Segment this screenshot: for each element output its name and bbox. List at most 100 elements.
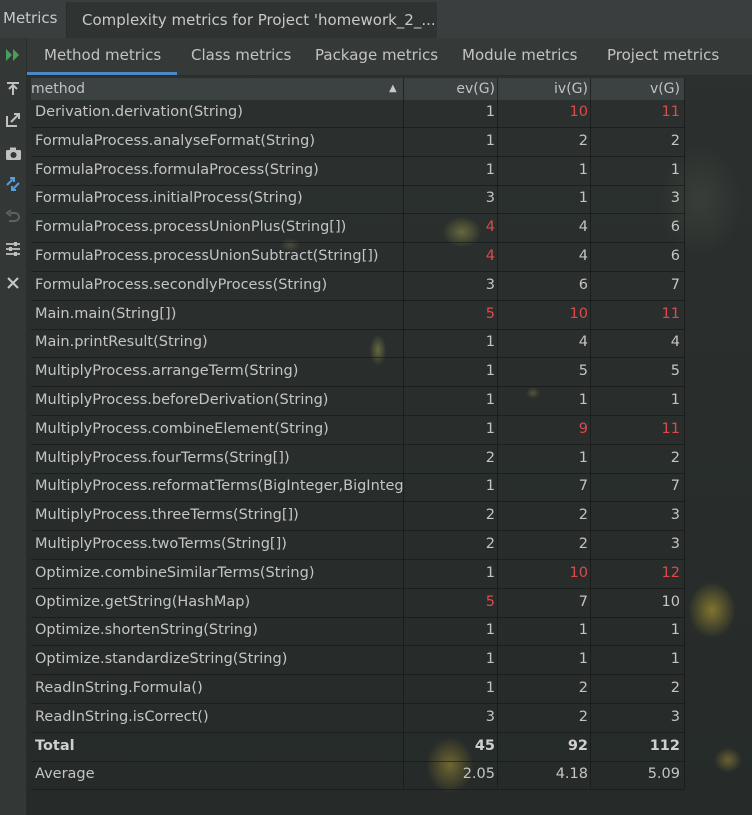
v-cell: 5 — [670, 363, 680, 380]
table-row[interactable]: ReadInString.Formula() 1 2 2 — [31, 674, 685, 704]
table-row[interactable]: Optimize.combineSimilarTerms(String) 1 10 1… — [31, 559, 685, 589]
iv-cell: 1 — [578, 392, 588, 408]
column-header-method-label: method — [31, 81, 86, 97]
iv-cell: 7 — [578, 478, 588, 495]
table-row[interactable]: ReadInString.isCorrect() 3 2 3 — [31, 703, 685, 733]
iv-cell: 4 — [578, 334, 588, 351]
metrics-result-tab-label: Complexity metrics for Project 'homework… — [82, 11, 436, 29]
table-row[interactable]: FormulaProcess.formulaProcess(String) 1 1 1 — [31, 156, 685, 186]
v-cell: 12 — [661, 564, 680, 581]
method-cell: FormulaProcess.formulaProcess(String) — [35, 161, 319, 178]
table-row[interactable]: MultiplyProcess.threeTerms(String[]) 2 2 3 — [31, 501, 685, 532]
ev-cell: 4 — [485, 219, 495, 236]
column-header-iv[interactable]: iv(G) — [498, 78, 588, 100]
v-cell: 7 — [670, 478, 680, 495]
iv-cell: 6 — [578, 276, 588, 293]
tab-package-metrics[interactable]: Package metrics — [315, 38, 438, 75]
tab-project-metrics[interactable]: Project metrics — [607, 38, 719, 75]
v-cell: 7 — [670, 276, 680, 293]
ev-cell: 1 — [485, 564, 495, 581]
iv-cell: 2 — [578, 132, 588, 149]
method-cell: FormulaProcess.secondlyProcess(String) — [35, 276, 328, 293]
v-cell: 11 — [661, 305, 680, 322]
tab-class-metrics[interactable]: Class metrics — [191, 38, 291, 75]
diff-icon[interactable] — [2, 173, 24, 195]
v-cell: 1 — [670, 161, 680, 178]
v-cell: 1 — [670, 392, 680, 408]
v-cell: 6 — [670, 248, 680, 264]
average-row[interactable]: Average 2.05 4.18 5.09 — [31, 760, 685, 791]
ev-cell: 2.05 — [462, 766, 495, 783]
undo-icon[interactable] — [2, 206, 24, 228]
ev-cell: 5 — [485, 593, 495, 610]
iv-cell: 7 — [578, 593, 588, 610]
table-row[interactable]: MultiplyProcess.combineElement(String) 1 9… — [31, 415, 685, 445]
iv-cell: 4.18 — [555, 766, 588, 783]
table-row[interactable]: FormulaProcess.initialProcess(String) 3 1 3 — [31, 184, 685, 215]
method-cell: Derivation.derivation(String) — [35, 104, 243, 120]
ev-cell: 3 — [485, 276, 495, 293]
camera-icon[interactable] — [2, 142, 24, 164]
iv-cell: 2 — [578, 507, 588, 524]
ev-cell: 5 — [485, 305, 495, 322]
table-row[interactable]: MultiplyProcess.fourTerms(String[]) 2 1 2 — [31, 444, 685, 474]
iv-cell: 1 — [578, 622, 588, 639]
table-row[interactable]: Optimize.shortenString(String) 1 1 1 — [31, 616, 685, 647]
iv-cell: 1 — [578, 161, 588, 178]
ev-cell: 1 — [485, 420, 495, 437]
column-header-ev[interactable]: ev(G) — [405, 78, 495, 100]
table-row[interactable]: Optimize.standardizeString(String) 1 1 1 — [31, 645, 685, 676]
table-row[interactable]: Main.printResult(String) 1 4 4 — [31, 328, 685, 359]
table-row[interactable]: Optimize.getString(HashMap) 5 7 10 — [31, 588, 685, 618]
table-row[interactable]: Main.main(String[]) 5 10 11 — [31, 300, 685, 330]
table-row[interactable]: MultiplyProcess.beforeDerivation(String)… — [31, 386, 685, 416]
ev-cell: 1 — [485, 363, 495, 380]
table-row[interactable]: FormulaProcess.processUnionSubtract(Stri… — [31, 242, 685, 272]
open-external-icon[interactable] — [2, 109, 24, 131]
column-header-method[interactable]: method ▲ — [31, 78, 403, 100]
method-cell: MultiplyProcess.reformatTerms(BigInteger… — [35, 478, 404, 495]
metrics-result-tab[interactable]: Complexity metrics for Project 'homework… — [66, 2, 437, 38]
table-row[interactable]: FormulaProcess.secondlyProcess(String) 3 6… — [31, 271, 685, 301]
tab-method-metrics[interactable]: Method metrics — [27, 38, 177, 75]
v-cell: 1 — [670, 651, 680, 668]
total-row[interactable]: Total 45 92 112 — [31, 732, 685, 762]
export-icon[interactable] — [2, 78, 24, 100]
method-cell: MultiplyProcess.combineElement(String) — [35, 420, 329, 437]
method-cell: FormulaProcess.initialProcess(String) — [35, 190, 303, 207]
ev-cell: 1 — [485, 478, 495, 495]
close-icon[interactable] — [2, 272, 24, 294]
table-row[interactable]: MultiplyProcess.reformatTerms(BigInteger… — [31, 472, 685, 503]
ev-cell: 3 — [485, 190, 495, 207]
v-cell: 6 — [670, 219, 680, 236]
v-cell: 2 — [670, 680, 680, 696]
table-row[interactable]: MultiplyProcess.arrangeTerm(String) 1 5 5 — [31, 357, 685, 388]
iv-cell: 9 — [578, 420, 588, 437]
ev-cell: 4 — [485, 248, 495, 264]
table-row[interactable]: FormulaProcess.analyseFormat(String) 1 2 2 — [31, 127, 685, 157]
ev-cell: 1 — [485, 680, 495, 696]
method-cell: Optimize.standardizeString(String) — [35, 651, 288, 668]
table-row[interactable]: MultiplyProcess.twoTerms(String[]) 2 2 3 — [31, 530, 685, 560]
settings-icon[interactable] — [2, 238, 24, 260]
method-cell: MultiplyProcess.arrangeTerm(String) — [35, 363, 299, 380]
v-cell: 3 — [670, 507, 680, 524]
column-header-v[interactable]: v(G) — [591, 78, 680, 100]
ev-cell: 2 — [485, 449, 495, 466]
v-cell: 4 — [670, 334, 680, 351]
iv-cell: 10 — [569, 564, 588, 581]
run-icon[interactable] — [2, 44, 24, 66]
method-cell: ReadInString.isCorrect() — [35, 708, 209, 725]
table-row[interactable]: FormulaProcess.processUnionPlus(String[]… — [31, 213, 685, 244]
tab-module-metrics[interactable]: Module metrics — [462, 38, 577, 75]
method-cell: Main.printResult(String) — [35, 334, 208, 351]
iv-cell: 1 — [578, 651, 588, 668]
left-toolbar — [0, 38, 27, 815]
method-cell: FormulaProcess.processUnionPlus(String[]… — [35, 219, 347, 236]
v-cell: 1 — [670, 622, 680, 639]
method-cell: Optimize.combineSimilarTerms(String) — [35, 564, 315, 581]
iv-cell: 4 — [578, 219, 588, 236]
table-row[interactable]: Derivation.derivation(String) 1 10 11 — [31, 98, 685, 128]
iv-cell: 2 — [578, 536, 588, 552]
ev-cell: 1 — [485, 651, 495, 668]
